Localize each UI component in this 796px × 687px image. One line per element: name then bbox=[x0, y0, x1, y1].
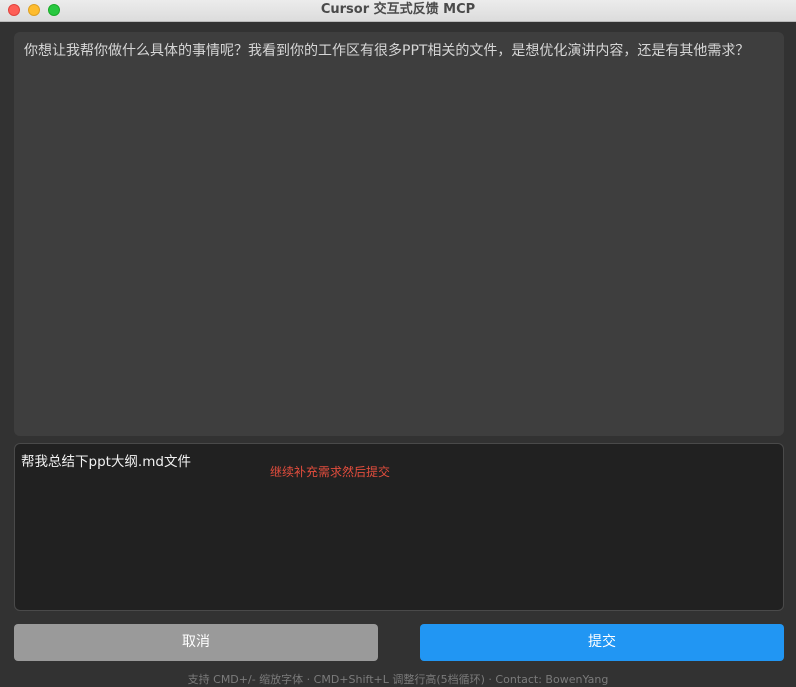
feedback-input-value[interactable]: 帮我总结下ppt大纲.md文件 bbox=[21, 450, 191, 470]
message-text: 你想让我帮你做什么具体的事情呢？我看到你的工作区有很多PPT相关的文件，是想优化… bbox=[24, 43, 750, 59]
submit-button[interactable]: 提交 bbox=[420, 624, 784, 661]
window-title: Cursor 交互式反馈 MCP bbox=[320, 2, 476, 17]
title-bar: Cursor 交互式反馈 MCP bbox=[0, 0, 796, 22]
cancel-button[interactable]: 取消 bbox=[14, 624, 378, 661]
message-panel: 你想让我帮你做什么具体的事情呢？我看到你的工作区有很多PPT相关的文件，是想优化… bbox=[14, 32, 784, 436]
input-hint: 继续补充需求然后提交 bbox=[270, 465, 391, 479]
footer-shortcuts: 支持 CMD+/- 缩放字体 · CMD+Shift+L 调整行高(5档循环) … bbox=[187, 673, 609, 686]
feedback-input[interactable]: 帮我总结下ppt大纲.md文件 继续补充需求然后提交 bbox=[14, 443, 784, 611]
